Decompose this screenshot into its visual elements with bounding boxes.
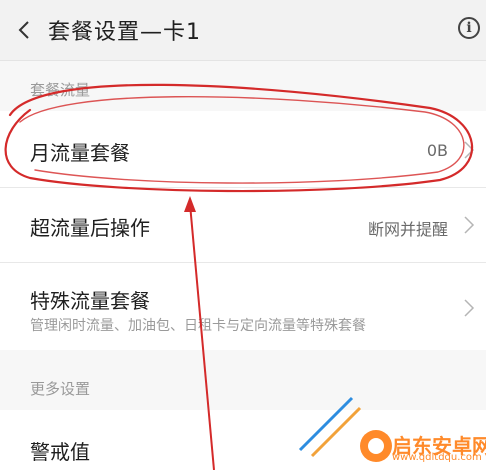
watermark-url: www.qdltdqu.com: [392, 452, 482, 463]
row-value: 断网并提醒: [367, 220, 448, 239]
section-header-package-traffic: 套餐流量: [0, 61, 486, 111]
page-title: 套餐设置—卡1: [48, 20, 201, 45]
row-label: 特殊流量套餐: [30, 289, 150, 313]
row-label: 月流量套餐: [30, 141, 130, 165]
chevron-right-icon: [464, 216, 475, 234]
chevron-left-icon[interactable]: [12, 12, 38, 48]
row-label: 警戒值: [30, 440, 90, 464]
info-icon[interactable]: i: [458, 17, 480, 39]
section-label: 套餐流量: [30, 81, 91, 99]
row-subtitle: 管理闲时流量、加油包、日租卡与定向流量等特殊套餐: [30, 318, 366, 334]
title-bar: 套餐设置—卡1 i: [0, 0, 486, 61]
row-special-traffic-package[interactable]: 特殊流量套餐 管理闲时流量、加油包、日租卡与定向流量等特殊套餐: [0, 263, 486, 350]
row-monthly-traffic-package[interactable]: 月流量套餐 0B: [0, 111, 486, 187]
row-value: 0B: [426, 141, 448, 160]
row-over-limit-action[interactable]: 超流量后操作 断网并提醒: [0, 188, 486, 262]
chevron-right-icon: [464, 141, 475, 159]
row-label: 超流量后操作: [30, 216, 150, 240]
section-label: 更多设置: [30, 380, 91, 398]
section-header-more-settings: 更多设置: [0, 350, 486, 410]
chevron-right-icon: [464, 299, 475, 317]
